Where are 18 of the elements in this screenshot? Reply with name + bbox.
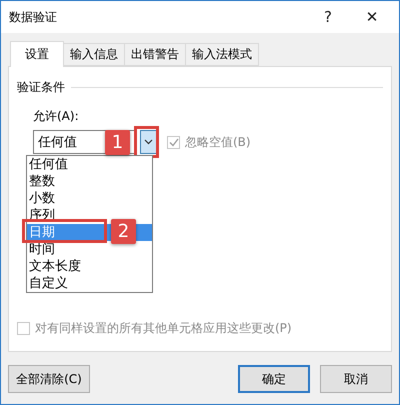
dialog-button[interactable]: 取消	[320, 365, 392, 393]
step-number: 1	[105, 130, 130, 155]
dialog-button[interactable]: 全部清除(C)	[8, 365, 90, 393]
field-label: 允许(A):	[33, 108, 80, 125]
dropdown-button[interactable]	[140, 130, 157, 154]
checkbox-label: 忽略空值(B)	[185, 134, 251, 150]
tab[interactable]: 设置	[10, 41, 64, 67]
window-title: 数据验证	[9, 8, 58, 26]
chevron-down-icon	[144, 139, 153, 145]
tab[interactable]: 输入信息	[63, 43, 125, 66]
close-button[interactable]: ✕	[357, 5, 387, 29]
help-button[interactable]: ?	[313, 5, 343, 29]
dialog-button[interactable]: 确定	[238, 365, 310, 393]
step-number: 2	[111, 219, 136, 244]
tab[interactable]: 输入法模式	[185, 43, 259, 66]
tab[interactable]: 出错警告	[124, 43, 186, 66]
checkbox-label: 对有同样设置的所有其他单元格应用这些更改(P)	[35, 320, 292, 337]
group-title: 验证条件	[17, 79, 65, 96]
